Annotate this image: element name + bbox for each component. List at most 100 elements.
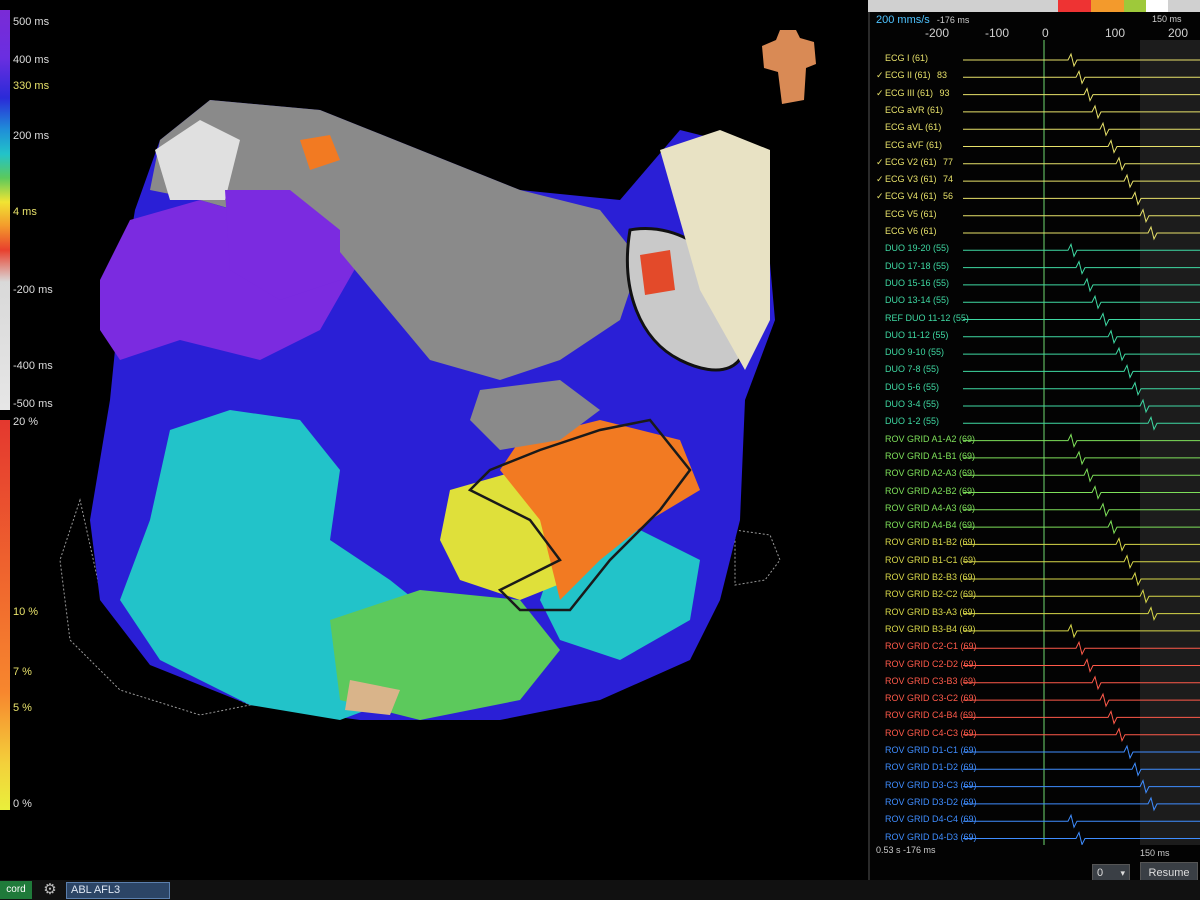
- trace-label[interactable]: ROV GRID B1-C1 (69): [876, 554, 980, 566]
- check-icon: ✓: [876, 70, 884, 81]
- trace-name: DUO 19-20 (55): [885, 243, 950, 254]
- trace-label[interactable]: DUO 5-6 (55): [876, 381, 943, 393]
- trace-label[interactable]: ROV GRID B1-B2 (69): [876, 536, 980, 548]
- trace-name: ROV GRID C4-B4 (69): [885, 710, 977, 721]
- trace-label[interactable]: ROV GRID C2-C1 (69): [876, 640, 981, 652]
- trace-label[interactable]: ROV GRID B2-C2 (69): [876, 588, 980, 600]
- trace-label[interactable]: ✓ECG V3 (61) 74: [876, 173, 953, 185]
- trace-label[interactable]: DUO 13-14 (55): [876, 294, 953, 306]
- trace-name: ROV GRID D4-C4 (69): [885, 814, 977, 825]
- torso-orientation-icon[interactable]: [760, 28, 818, 106]
- trace-label[interactable]: ECG aVR (61): [876, 104, 947, 116]
- axis-tick: 200: [1168, 26, 1189, 40]
- trace-name: ECG V5 (61): [885, 208, 937, 219]
- trace-label[interactable]: DUO 3-4 (55): [876, 398, 943, 410]
- trace-name: DUO 3-4 (55): [885, 399, 940, 409]
- trace-label[interactable]: REF DUO 11-12 (55): [876, 312, 973, 324]
- trace-label[interactable]: DUO 11-12 (55): [876, 329, 952, 341]
- trace-name: ROV GRID A2-A3 (69): [885, 468, 976, 479]
- trace-label[interactable]: DUO 19-20 (55): [876, 242, 953, 254]
- trace-label[interactable]: ROV GRID C3-B3 (69): [876, 675, 980, 687]
- bottom-toolbar: cord ⚙ ABL AFL3: [0, 880, 1200, 900]
- trace-label[interactable]: DUO 9-10 (55): [876, 346, 948, 358]
- map-name-field[interactable]: ABL AFL3: [66, 882, 170, 899]
- trace-label[interactable]: ROV GRID A2-A3 (69): [876, 467, 979, 479]
- trace-name: REF DUO 11-12 (55): [885, 312, 969, 323]
- trace-label[interactable]: ROV GRID D1-C1 (69): [876, 744, 981, 756]
- trace-label[interactable]: ROV GRID D1-D2 (69): [876, 761, 981, 773]
- trace-name: ECG V4 (61): [885, 191, 937, 202]
- top-window-ms: 150 ms: [1152, 14, 1182, 24]
- trace-value: 56: [940, 191, 954, 202]
- trace-name: DUO 5-6 (55): [885, 381, 940, 392]
- trace-name: ROV GRID C2-D2 (69): [885, 658, 977, 669]
- trace-name: ROV GRID B3-A3 (69): [885, 606, 976, 617]
- trace-name: ROV GRID D1-D2 (69): [885, 762, 977, 773]
- trace-label[interactable]: ECG aVF (61): [876, 139, 946, 151]
- trace-label[interactable]: ROV GRID A1-B1 (69): [876, 450, 979, 462]
- trace-name: ROV GRID C3-C2 (69): [885, 693, 977, 704]
- axis-tick: 0: [1042, 26, 1049, 40]
- trace-label[interactable]: DUO 1-2 (55): [876, 415, 943, 427]
- trace-label[interactable]: ECG V5 (61): [876, 208, 941, 220]
- trace-label[interactable]: DUO 17-18 (55): [876, 260, 953, 272]
- trace-name: ROV GRID C3-B3 (69): [885, 675, 977, 686]
- trace-label[interactable]: ROV GRID A2-B2 (69): [876, 485, 979, 497]
- trace-label[interactable]: ECG aVL (61): [876, 121, 945, 133]
- trace-label[interactable]: ECG V6 (61): [876, 225, 941, 237]
- trace-value: 77: [940, 156, 954, 167]
- trace-name: ROV GRID D4-D3 (69): [885, 831, 977, 842]
- trace-name: ECG III (61): [885, 87, 934, 98]
- trace-label[interactable]: ROV GRID D3-D2 (69): [876, 796, 981, 808]
- trace-name: DUO 13-14 (55): [885, 295, 950, 306]
- timeline-strip[interactable]: [868, 0, 1200, 12]
- trace-label[interactable]: ROV GRID D4-D3 (69): [876, 831, 981, 843]
- trace-label[interactable]: DUO 15-16 (55): [876, 277, 953, 289]
- trace-name: DUO 1-2 (55): [885, 416, 940, 427]
- axis-tick: -200: [925, 26, 950, 40]
- axis-tick: 100: [1105, 26, 1126, 40]
- trace-name: ECG I (61): [885, 53, 929, 63]
- trace-value: 83: [934, 70, 948, 81]
- trace-name: ECG V3 (61): [885, 174, 937, 185]
- check-icon: ✓: [876, 87, 884, 98]
- trace-label[interactable]: ECG I (61): [876, 52, 932, 64]
- gear-icon[interactable]: ⚙: [40, 881, 60, 899]
- trace-name: ECG aVL (61): [885, 122, 942, 133]
- trace-label[interactable]: ✓ECG II (61) 83: [876, 69, 947, 81]
- trace-label[interactable]: ✓ECG V2 (61) 77: [876, 156, 953, 168]
- trace-label[interactable]: ROV GRID A1-A2 (69): [876, 433, 979, 445]
- trace-label[interactable]: ROV GRID A4-B4 (69): [876, 519, 979, 531]
- record-button[interactable]: cord: [0, 881, 32, 899]
- window-ms-readout: 150 ms: [1140, 848, 1170, 858]
- trace-label[interactable]: ROV GRID B2-B3 (69): [876, 571, 980, 583]
- trace-name: DUO 11-12 (55): [885, 329, 949, 340]
- trace-name: ROV GRID A2-B2 (69): [885, 485, 976, 496]
- trace-name: ROV GRID B3-B4 (69): [885, 623, 976, 634]
- trace-name: ROV GRID A1-A2 (69): [885, 433, 976, 444]
- trace-label[interactable]: ROV GRID B3-A3 (69): [876, 606, 980, 618]
- trace-label[interactable]: ✓ECG III (61) 93: [876, 87, 950, 99]
- trace-label[interactable]: ROV GRID D3-C3 (69): [876, 779, 981, 791]
- trace-name: DUO 15-16 (55): [885, 277, 950, 288]
- trace-name: ECG II (61): [885, 70, 931, 81]
- trace-label[interactable]: ROV GRID A4-A3 (69): [876, 502, 979, 514]
- trace-name: ROV GRID D3-D2 (69): [885, 796, 977, 807]
- trace-label[interactable]: ROV GRID B3-B4 (69): [876, 623, 980, 635]
- trace-label[interactable]: ROV GRID C4-C3 (69): [876, 727, 981, 739]
- check-icon: ✓: [876, 156, 884, 167]
- trace-name: DUO 7-8 (55): [885, 364, 940, 375]
- trace-label[interactable]: ROV GRID D4-C4 (69): [876, 813, 981, 825]
- trace-label[interactable]: DUO 7-8 (55): [876, 363, 943, 375]
- sweep-speed-readout: 200 mms/s -176 ms: [876, 14, 969, 26]
- trace-label[interactable]: ROV GRID C2-D2 (69): [876, 658, 981, 670]
- trace-name: ROV GRID B1-C1 (69): [885, 554, 977, 565]
- trace-label[interactable]: ✓ECG V4 (61) 56: [876, 190, 953, 202]
- trace-name: ECG aVF (61): [885, 139, 943, 150]
- activation-map-3d[interactable]: [0, 0, 860, 880]
- trace-name: ROV GRID C4-C3 (69): [885, 727, 977, 738]
- trace-name: ECG V6 (61): [885, 226, 937, 236]
- trace-label[interactable]: ROV GRID C4-B4 (69): [876, 709, 980, 721]
- trace-label[interactable]: ROV GRID C3-C2 (69): [876, 692, 981, 704]
- trace-name: ROV GRID D3-C3 (69): [885, 779, 977, 790]
